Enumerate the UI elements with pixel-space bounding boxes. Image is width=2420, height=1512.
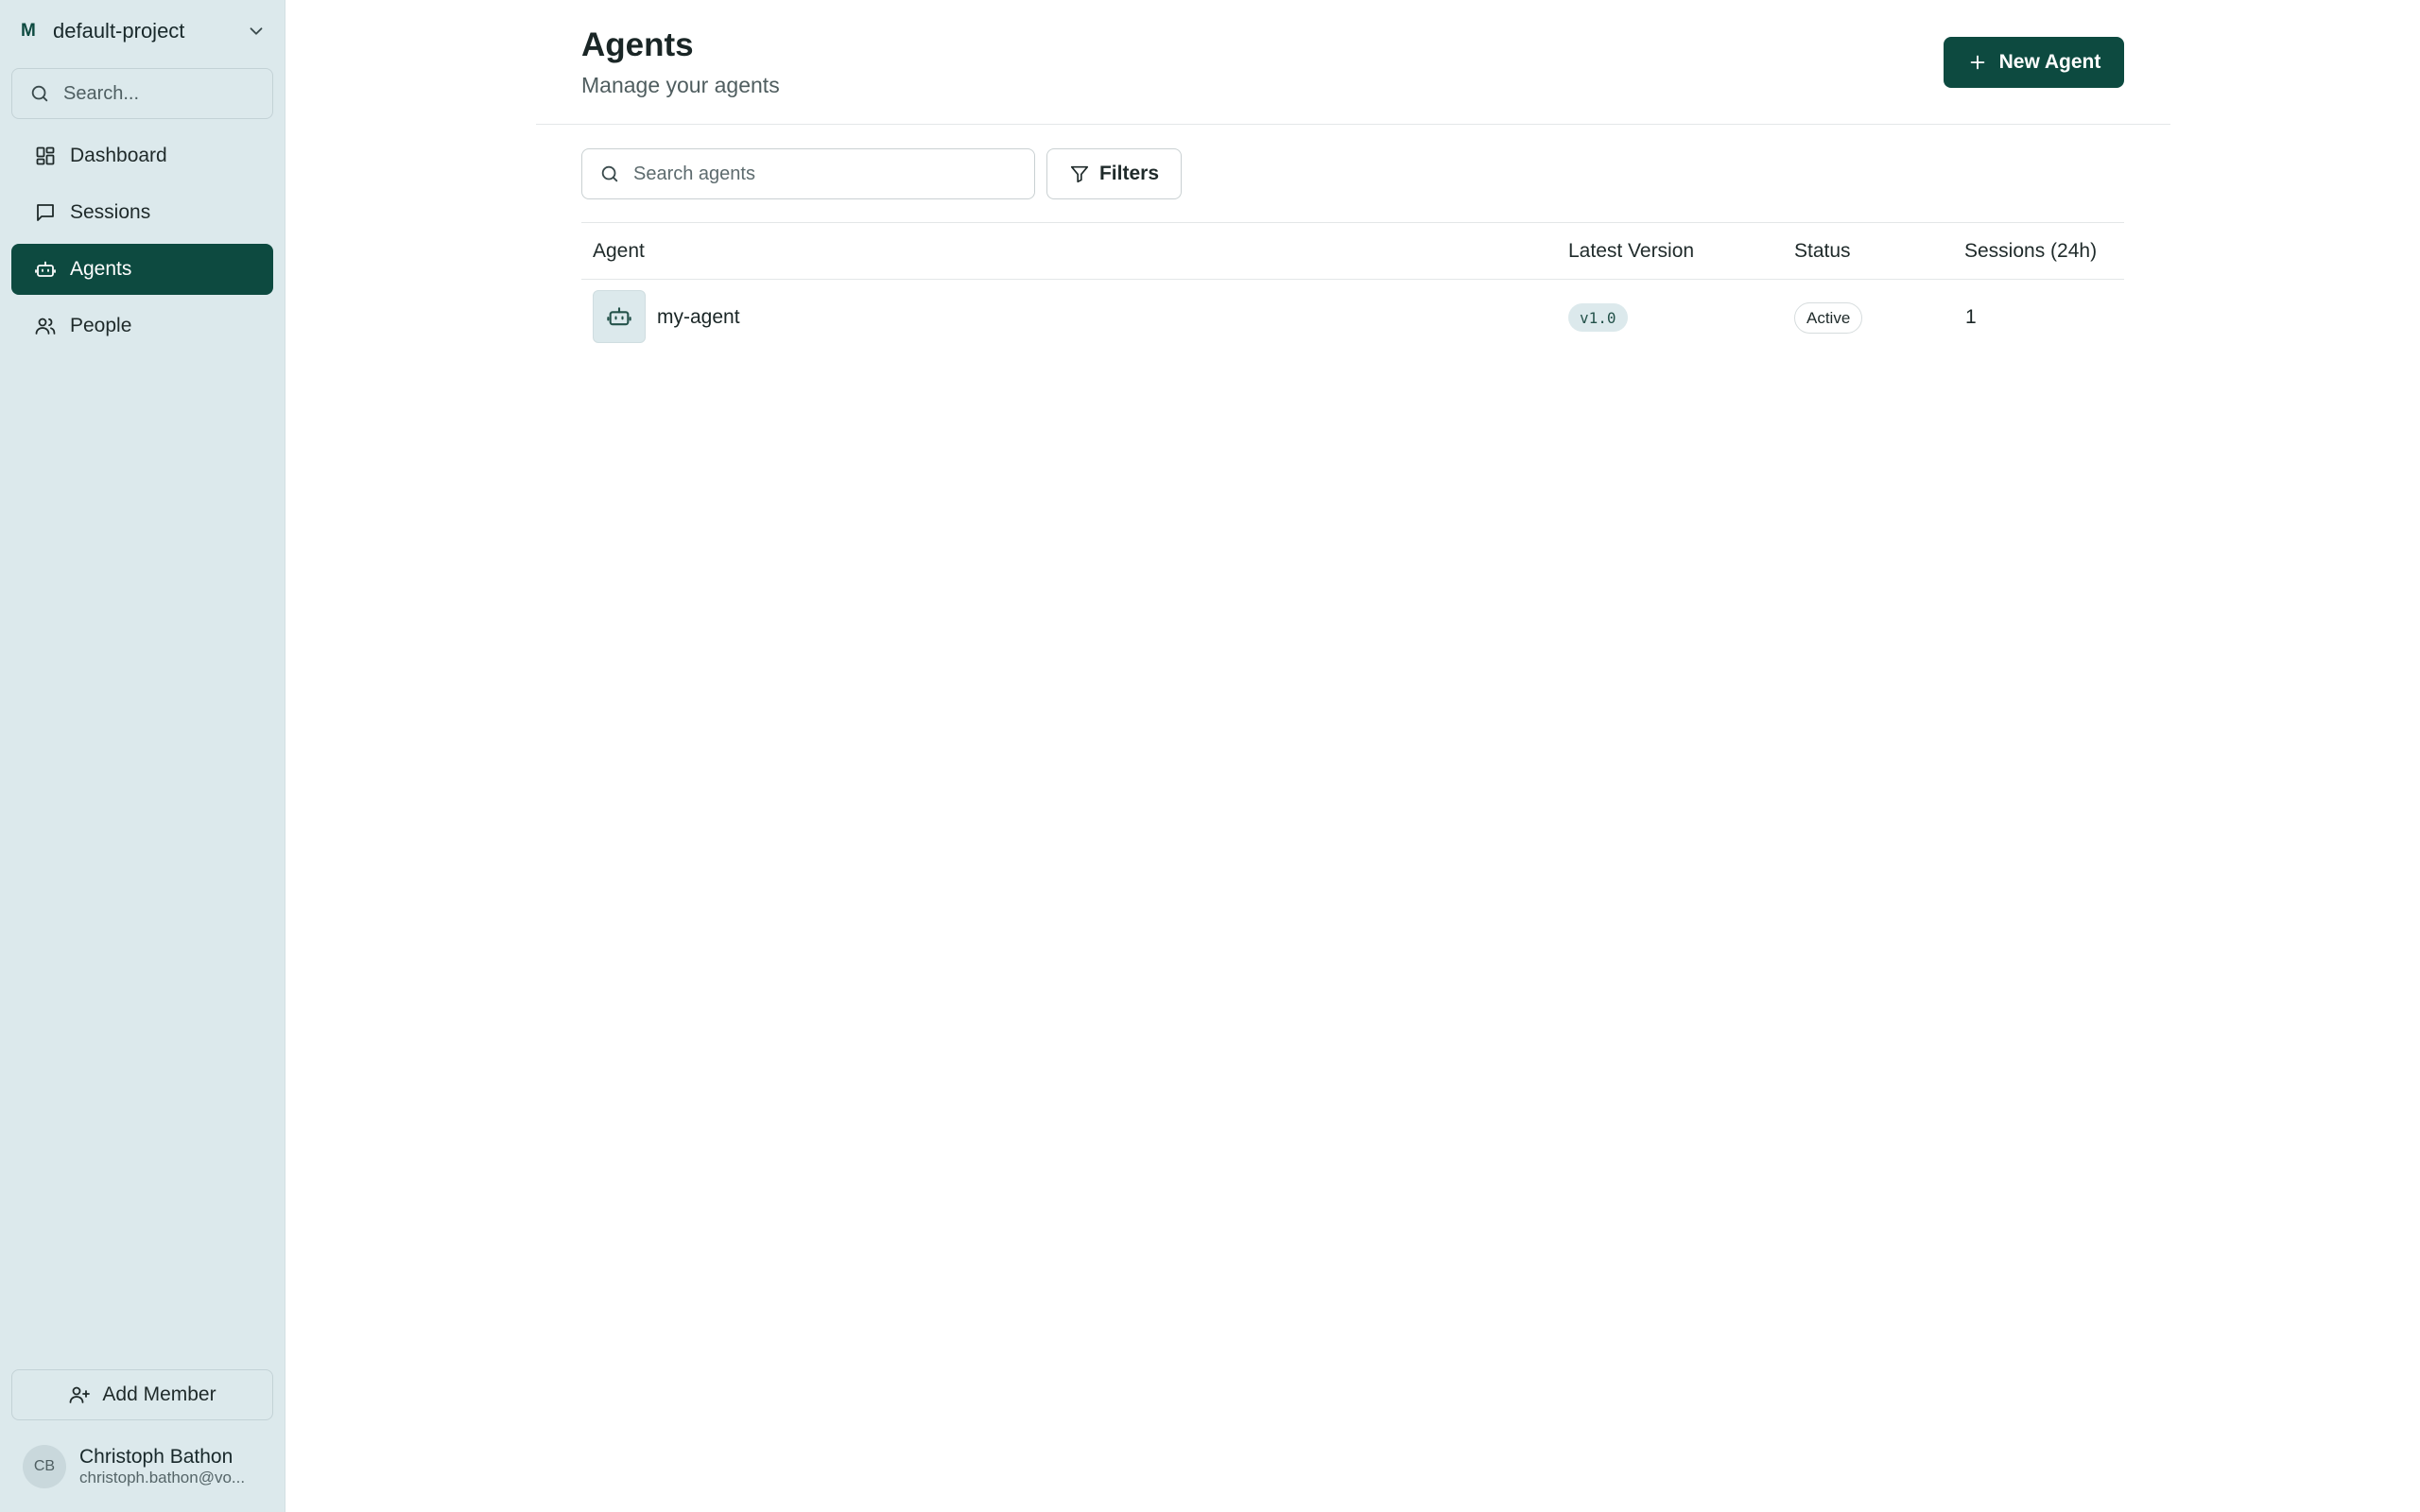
table-header-border [581,279,2124,280]
search-icon [601,165,618,182]
user-profile[interactable]: CB Christoph Bathon christoph.bathon@vo.… [23,1443,268,1490]
plus-icon [1970,55,1984,70]
column-header-sessions[interactable]: Sessions (24h) [1964,240,2097,263]
sidebar: M default-project Search... Dashboard Se… [0,0,285,1512]
agent-name[interactable]: my-agent [657,306,740,329]
header-divider [536,124,2170,125]
sidebar-search-placeholder: Search... [63,82,140,104]
users-icon [34,315,57,337]
agent-search-placeholder: Search agents [633,163,755,184]
avatar: CB [23,1445,66,1488]
chat-icon [34,201,57,224]
sessions-count: 1 [1965,306,1977,328]
add-member-label: Add Member [102,1383,216,1405]
chevron-down-icon [250,27,263,35]
sidebar-item-dashboard[interactable]: Dashboard [11,130,273,181]
sidebar-item-label: Sessions [70,201,151,223]
page-subtitle: Manage your agents [581,73,780,97]
user-plus-icon [69,1386,91,1403]
user-info: Christoph Bathon christoph.bathon@vo... [79,1446,245,1487]
version-badge: v1.0 [1568,303,1628,332]
project-switcher[interactable]: M default-project [21,17,267,45]
new-agent-button[interactable]: New Agent [1944,37,2124,88]
sidebar-item-label: People [70,315,132,336]
sidebar-nav: Dashboard Sessions Agents People [11,130,273,357]
sidebar-item-agents[interactable]: Agents [11,244,273,295]
status-badge: Active [1794,302,1863,334]
project-initial: M [21,21,36,41]
project-name: default-project [53,19,185,43]
sidebar-item-sessions[interactable]: Sessions [11,187,273,238]
sidebar-search[interactable]: Search... [11,68,273,119]
filter-icon [1070,165,1089,183]
column-header-status[interactable]: Status [1794,240,1851,263]
user-email: christoph.bathon@vo... [79,1469,246,1486]
agent-avatar [593,290,646,343]
column-header-agent[interactable]: Agent [593,240,645,263]
sidebar-item-label: Dashboard [70,145,167,166]
filters-label: Filters [1098,163,1160,184]
filters-button[interactable]: Filters [1046,148,1182,199]
new-agent-label: New Agent [1998,51,2101,73]
column-header-latest-version[interactable]: Latest Version [1568,240,1694,263]
robot-icon [607,307,631,326]
sidebar-item-people[interactable]: People [11,301,273,352]
add-member-button[interactable]: Add Member [11,1369,273,1420]
sidebar-item-label: Agents [70,258,132,280]
page-title: Agents [581,26,694,63]
robot-icon [34,258,57,281]
user-name: Christoph Bathon [79,1446,233,1468]
agent-search-input[interactable]: Search agents [581,148,1035,199]
dashboard-icon [34,145,57,167]
search-icon [31,85,48,102]
table-top-border [581,222,2124,223]
